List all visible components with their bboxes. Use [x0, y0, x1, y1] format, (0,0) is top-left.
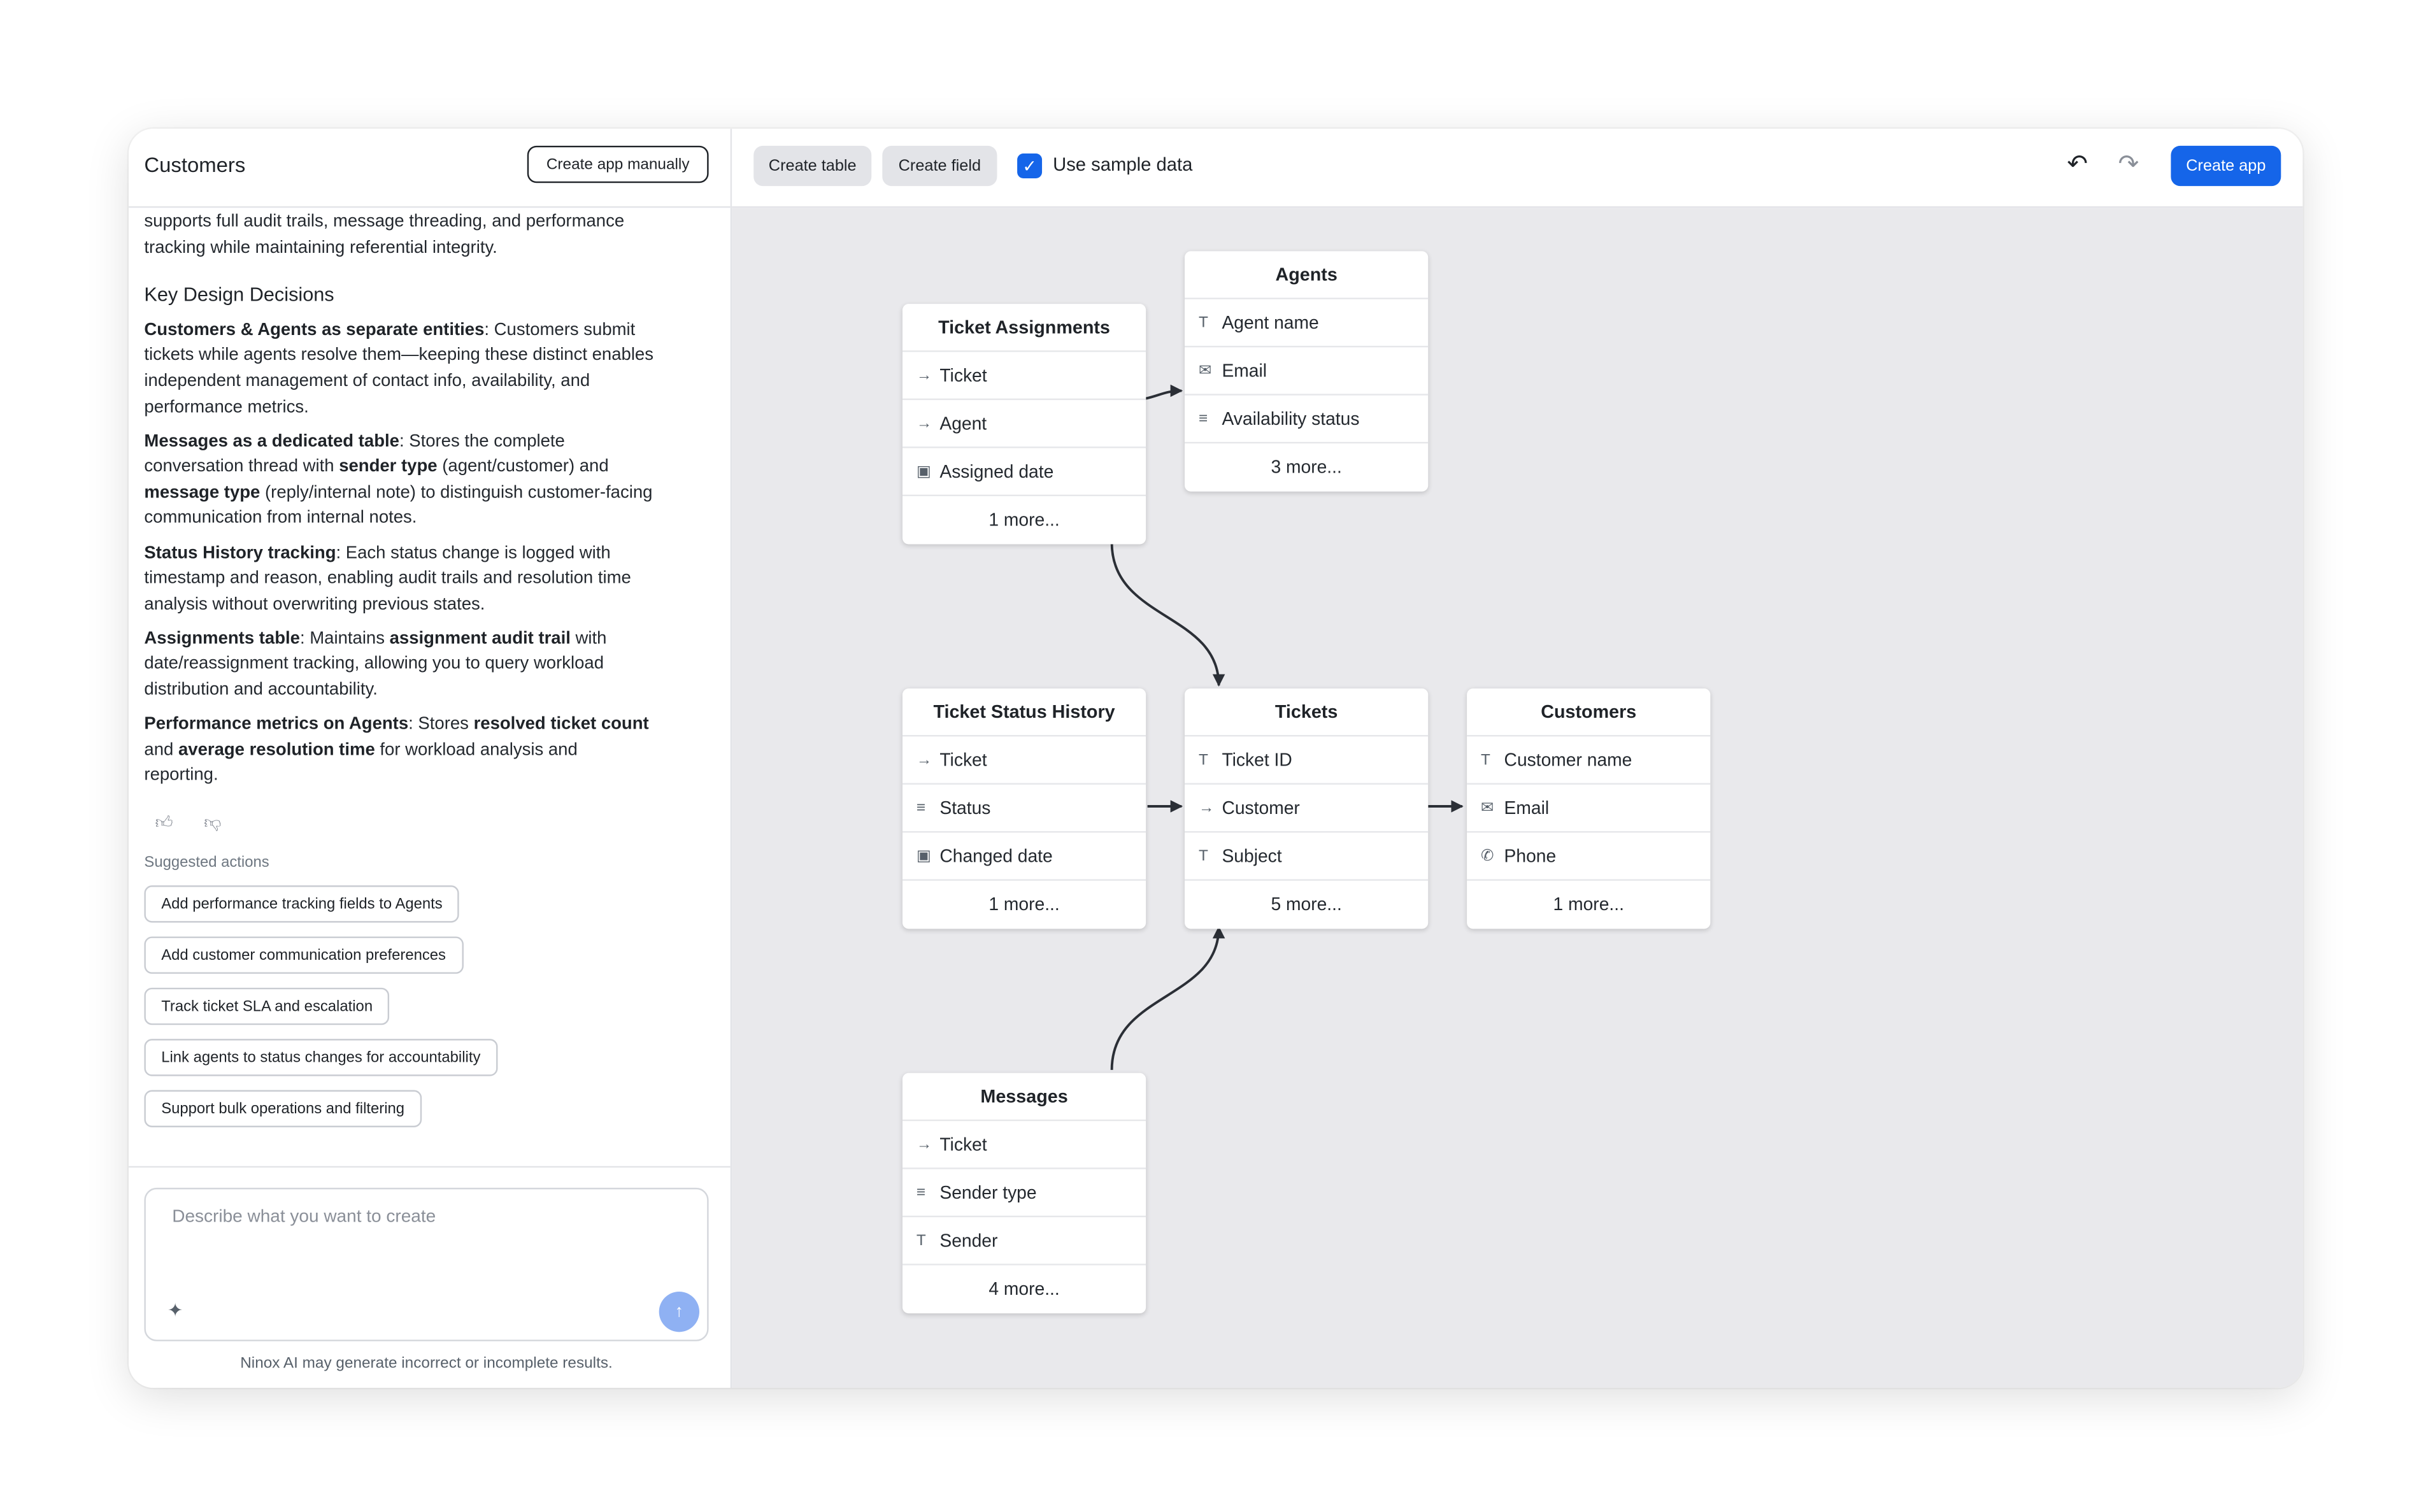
table-card-customers[interactable]: Customers T Customer name ✉ Email ✆ Phone 1 mor… — [1467, 688, 1711, 929]
table-title: Customers — [1467, 688, 1711, 737]
field-label: Email — [1504, 797, 1550, 818]
table-field-row[interactable]: ✆ Phone — [1467, 832, 1711, 881]
more-fields-link[interactable]: 3 more... — [1185, 443, 1428, 491]
relation-assignments-tickets — [1110, 543, 1225, 687]
table-card-ticket-assignments[interactable]: Ticket Assignments → Ticket → Agent ▣ Assigned… — [902, 304, 1146, 545]
field-label: Agent — [939, 413, 987, 434]
table-field-row[interactable]: T Subject — [1185, 832, 1429, 881]
table-field-row[interactable]: → Customer — [1185, 785, 1429, 833]
more-fields-link[interactable]: 1 more... — [903, 496, 1146, 544]
table-field-row[interactable]: ≡ Sender type — [902, 1169, 1146, 1218]
table-field-row[interactable]: T Ticket ID — [1185, 736, 1429, 785]
field-label: Customer name — [1504, 750, 1632, 770]
table-field-row[interactable]: T Customer name — [1467, 736, 1711, 785]
table-card-ticket-status-history[interactable]: Ticket Status History → Ticket ≡ Status ▣ Chan… — [902, 688, 1146, 929]
table-card-messages[interactable]: Messages → Ticket ≡ Sender type T Sender 4 more… — [902, 1073, 1146, 1314]
table-field-row[interactable]: ≡ Status — [902, 785, 1146, 833]
field-label: Ticket — [939, 365, 987, 385]
field-label: Sender type — [939, 1182, 1037, 1203]
text-icon: T — [1481, 751, 1490, 769]
text-icon: T — [916, 1232, 926, 1250]
table-title: Ticket Assignments — [902, 304, 1146, 352]
link-icon: → — [916, 1136, 932, 1153]
field-label: Availability status — [1222, 408, 1360, 429]
field-label: Ticket ID — [1222, 750, 1292, 770]
list-icon: ≡ — [1198, 410, 1208, 427]
table-field-row[interactable]: → Agent — [902, 400, 1146, 448]
field-label: Ticket — [939, 1134, 987, 1155]
more-fields-link[interactable]: 5 more... — [1185, 881, 1428, 929]
field-label: Phone — [1504, 846, 1557, 866]
table-title: Tickets — [1185, 688, 1429, 737]
relation-messages-tickets — [1110, 925, 1225, 1070]
table-field-row[interactable]: → Ticket — [902, 352, 1146, 401]
field-label: Ticket — [939, 750, 987, 770]
field-label: Email — [1222, 360, 1267, 381]
table-field-row[interactable]: → Ticket — [902, 1121, 1146, 1169]
list-icon: ≡ — [916, 799, 926, 817]
link-icon: → — [916, 751, 932, 769]
text-icon: T — [1198, 314, 1208, 331]
table-field-row[interactable]: ✉ Email — [1185, 347, 1429, 396]
field-label: Status — [939, 797, 991, 818]
more-fields-link[interactable]: 1 more... — [903, 881, 1146, 929]
phone-icon: ✆ — [1481, 847, 1494, 865]
more-fields-link[interactable]: 1 more... — [1467, 881, 1710, 929]
link-icon: → — [1198, 799, 1215, 817]
calendar-icon: ▣ — [916, 462, 931, 480]
field-label: Sender — [939, 1230, 998, 1251]
table-field-row[interactable]: T Sender — [902, 1217, 1146, 1266]
field-label: Agent name — [1222, 312, 1319, 333]
table-title: Ticket Status History — [902, 688, 1146, 737]
field-label: Changed date — [939, 846, 1053, 866]
field-label: Assigned date — [939, 461, 1054, 481]
table-field-row[interactable]: ▣ Changed date — [902, 832, 1146, 881]
link-icon: → — [916, 366, 932, 384]
calendar-icon: ▣ — [916, 847, 931, 865]
text-icon: T — [1198, 847, 1208, 865]
list-icon: ≡ — [916, 1183, 926, 1201]
table-field-row[interactable]: → Ticket — [902, 736, 1146, 785]
mail-icon: ✉ — [1198, 362, 1212, 380]
more-fields-link[interactable]: 4 more... — [903, 1266, 1146, 1313]
field-label: Customer — [1222, 797, 1300, 818]
table-title: Agents — [1185, 251, 1429, 299]
table-card-agents[interactable]: Agents T Agent name ✉ Email ≡ Availability sta… — [1185, 251, 1429, 492]
link-icon: → — [916, 415, 932, 432]
table-card-tickets[interactable]: Tickets T Ticket ID → Customer T Subject 5 more… — [1185, 688, 1429, 929]
mail-icon: ✉ — [1481, 799, 1494, 817]
field-label: Subject — [1222, 846, 1282, 866]
text-icon: T — [1198, 751, 1208, 769]
table-field-row[interactable]: ≡ Availability status — [1185, 396, 1429, 444]
table-field-row[interactable]: ▣ Assigned date — [902, 448, 1146, 497]
table-field-row[interactable]: T Agent name — [1185, 299, 1429, 348]
table-field-row[interactable]: ✉ Email — [1467, 785, 1711, 833]
relation-assignments-agents — [1145, 384, 1183, 400]
table-title: Messages — [902, 1073, 1146, 1122]
